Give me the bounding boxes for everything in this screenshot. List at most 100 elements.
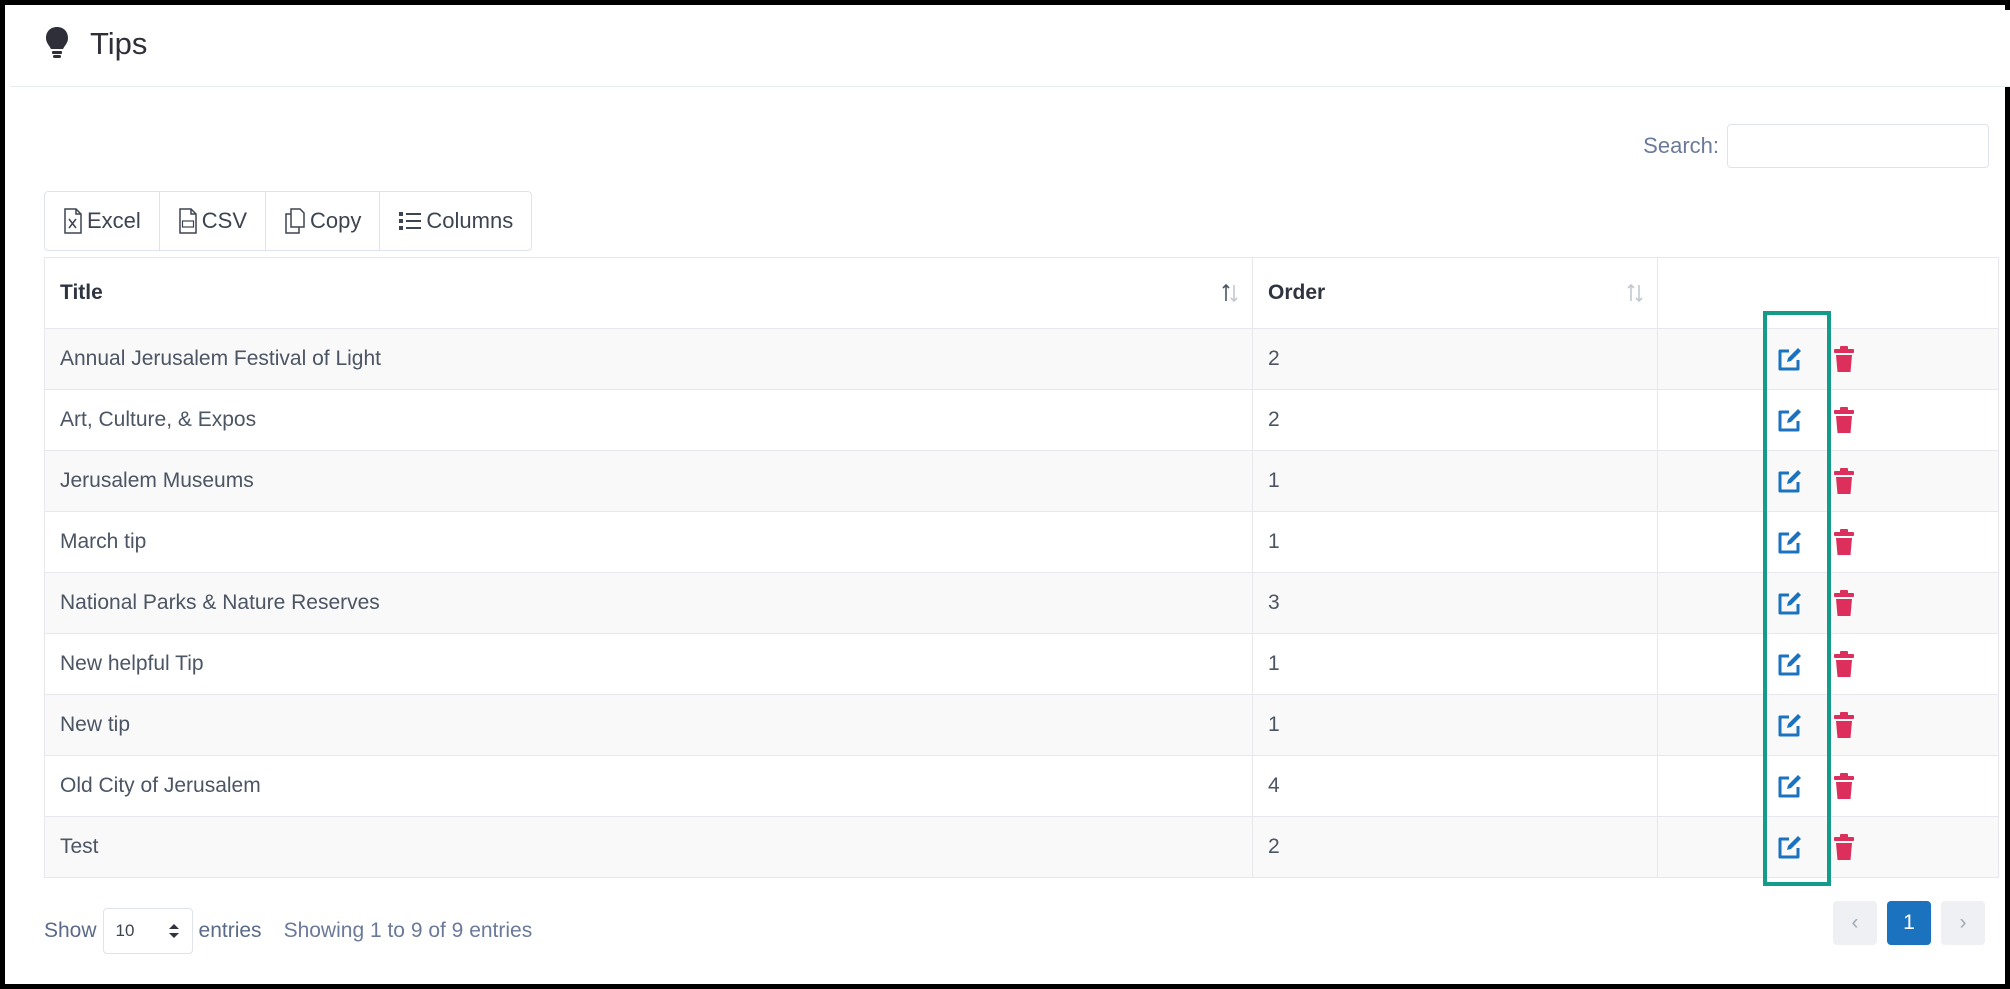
column-header-title[interactable]: Title <box>44 257 1253 329</box>
table-row: Annual Jerusalem Festival of Light 2 <box>44 328 1999 390</box>
show-label: Show <box>44 919 97 942</box>
cell-order: 1 <box>1252 450 1658 512</box>
trash-icon[interactable] <box>1830 467 1858 495</box>
lightbulb-icon <box>46 27 68 58</box>
row-actions <box>1673 772 1983 800</box>
table-row: Art, Culture, & Expos 2 <box>44 389 1999 451</box>
cell-actions <box>1657 755 1999 817</box>
cell-order: 4 <box>1252 755 1658 817</box>
edit-icon[interactable] <box>1776 589 1804 617</box>
search-label: Search: <box>1643 133 1719 158</box>
cell-order: 2 <box>1252 816 1658 878</box>
excel-label: Excel <box>87 208 141 233</box>
trash-icon[interactable] <box>1830 406 1858 434</box>
copy-icon <box>285 208 305 234</box>
table-row: Old City of Jerusalem 4 <box>44 755 1999 817</box>
row-actions <box>1673 711 1983 739</box>
sort-icon <box>1627 283 1643 303</box>
trash-icon[interactable] <box>1830 650 1858 678</box>
cell-title: Jerusalem Museums <box>44 450 1253 512</box>
excel-button[interactable]: Excel <box>45 192 160 250</box>
search-input[interactable] <box>1727 124 1989 168</box>
row-actions <box>1673 833 1983 861</box>
row-actions <box>1673 406 1983 434</box>
cell-order: 3 <box>1252 572 1658 634</box>
cell-title: Test <box>44 816 1253 878</box>
list-icon <box>399 212 422 230</box>
next-page-button[interactable]: › <box>1941 901 1985 945</box>
sort-icon <box>1222 283 1238 303</box>
page-length-value: 10 <box>115 921 135 940</box>
cell-actions <box>1657 694 1999 756</box>
cell-actions <box>1657 328 1999 390</box>
trash-icon[interactable] <box>1830 711 1858 739</box>
cell-order: 1 <box>1252 511 1658 573</box>
page-title: Tips <box>90 26 148 61</box>
entries-label: entries <box>198 919 262 942</box>
page-1-button[interactable]: 1 <box>1887 901 1931 945</box>
column-header-actions <box>1657 257 1999 329</box>
csv-button[interactable]: CSV <box>160 192 267 250</box>
trash-icon[interactable] <box>1830 833 1858 861</box>
edit-icon[interactable] <box>1776 772 1804 800</box>
previous-page-button[interactable]: ‹ <box>1833 901 1877 945</box>
table-row: New helpful Tip 1 <box>44 633 1999 695</box>
table-row: Jerusalem Museums 1 <box>44 450 1999 512</box>
table-footer: Show 10 entries Showing 1 to 9 of 9 entr… <box>44 908 532 954</box>
columns-label: Columns <box>426 208 514 233</box>
cell-title: New tip <box>44 694 1253 756</box>
table-info: Showing 1 to 9 of 9 entries <box>283 919 533 942</box>
cell-order: 2 <box>1252 328 1658 390</box>
columns-button[interactable]: Columns <box>380 192 531 250</box>
file-csv-icon <box>179 208 197 234</box>
edit-icon[interactable] <box>1776 406 1804 434</box>
cell-actions <box>1657 633 1999 695</box>
row-actions <box>1673 467 1983 495</box>
search-box: Search: <box>1643 124 1989 168</box>
table-row: March tip 1 <box>44 511 1999 573</box>
edit-icon[interactable] <box>1776 833 1804 861</box>
edit-icon[interactable] <box>1776 650 1804 678</box>
table-body: Annual Jerusalem Festival of Light 2 Art, … <box>44 328 1999 878</box>
csv-label: CSV <box>201 208 248 233</box>
cell-title: Old City of Jerusalem <box>44 755 1253 817</box>
edit-icon[interactable] <box>1776 467 1804 495</box>
table-header-row: Title Order <box>44 257 1999 329</box>
cell-title: Annual Jerusalem Festival of Light <box>44 328 1253 390</box>
table-row: Test 2 <box>44 816 1999 878</box>
edit-icon[interactable] <box>1776 711 1804 739</box>
tips-table: Title Order Annual Jerusalem Festival of… <box>44 257 1999 878</box>
table-row: National Parks & Nature Reserves 3 <box>44 572 1999 634</box>
cell-title: Art, Culture, & Expos <box>44 389 1253 451</box>
cell-order: 2 <box>1252 389 1658 451</box>
trash-icon[interactable] <box>1830 345 1858 373</box>
table-row: New tip 1 <box>44 694 1999 756</box>
cell-title: New helpful Tip <box>44 633 1253 695</box>
row-actions <box>1673 528 1983 556</box>
copy-label: Copy <box>310 208 362 233</box>
column-header-order[interactable]: Order <box>1252 257 1658 329</box>
pagination: ‹ 1 › <box>1833 901 1985 945</box>
page-header: Tips <box>10 10 2010 87</box>
row-actions <box>1673 650 1983 678</box>
export-toolbar: Excel CSV Copy Columns <box>44 191 533 251</box>
app-frame: Tips Search: Excel CSV Copy Columns Titl… <box>0 0 2010 989</box>
cell-actions <box>1657 511 1999 573</box>
cell-actions <box>1657 816 1999 878</box>
cell-actions <box>1657 572 1999 634</box>
trash-icon[interactable] <box>1830 589 1858 617</box>
cell-actions <box>1657 389 1999 451</box>
row-actions <box>1673 589 1983 617</box>
edit-icon[interactable] <box>1776 528 1804 556</box>
cell-title: National Parks & Nature Reserves <box>44 572 1253 634</box>
cell-actions <box>1657 450 1999 512</box>
page-length-select[interactable]: 10 <box>102 908 193 954</box>
trash-icon[interactable] <box>1830 772 1858 800</box>
cell-order: 1 <box>1252 633 1658 695</box>
row-actions <box>1673 345 1983 373</box>
copy-button[interactable]: Copy <box>266 192 381 250</box>
edit-icon[interactable] <box>1776 345 1804 373</box>
cell-title: March tip <box>44 511 1253 573</box>
trash-icon[interactable] <box>1830 528 1858 556</box>
select-arrows-icon <box>168 924 179 938</box>
